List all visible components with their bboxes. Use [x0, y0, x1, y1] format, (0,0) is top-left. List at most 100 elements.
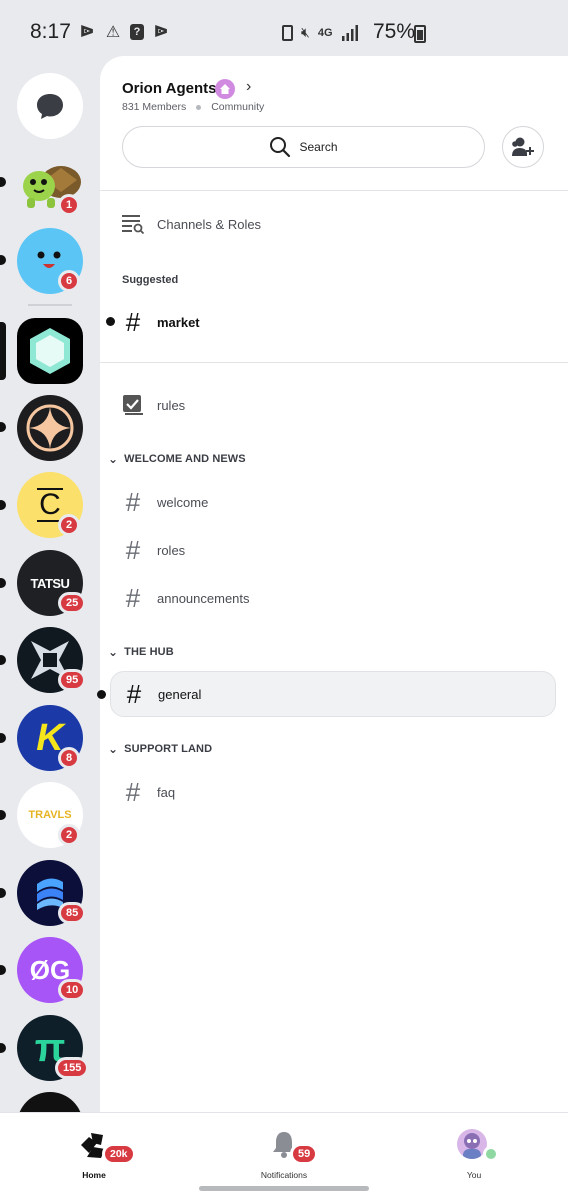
category-the-hub[interactable]: ⌄ THE HUB: [108, 645, 174, 659]
search-label: Search: [299, 140, 338, 154]
nav-notifications[interactable]: 59 Notifications: [224, 1113, 344, 1183]
server-type: Community: [211, 101, 265, 113]
server-icon-blue-face[interactable]: 6: [17, 228, 83, 294]
rail-separator: [28, 304, 72, 306]
channel-roles[interactable]: # roles: [110, 527, 556, 573]
hash-icon: #: [125, 777, 141, 807]
hash-icon: #: [126, 679, 142, 709]
unread-indicator: [0, 888, 6, 898]
channel-name: faq: [157, 784, 176, 800]
server-icon-c[interactable]: C 2: [17, 472, 83, 538]
mention-badge: 155: [55, 1057, 90, 1079]
channel-market[interactable]: # market: [106, 299, 556, 345]
mention-badge: 25: [58, 592, 87, 614]
gesture-home-indicator[interactable]: [199, 1186, 369, 1191]
browse-channels-icon: [110, 213, 156, 235]
server-icon-turtle[interactable]: 1: [17, 152, 83, 218]
channel-name: welcome: [157, 494, 209, 510]
chat-bubble-icon: [37, 94, 63, 119]
separator-dot: [196, 104, 202, 110]
channels-and-roles-button[interactable]: Channels & Roles: [110, 201, 556, 247]
unread-indicator: [0, 733, 6, 743]
mention-badge: 6: [58, 270, 81, 292]
status-notification-icons: ᐉ ⚠ ? ᐉ: [78, 22, 170, 42]
server-name[interactable]: Orion Agents: [122, 80, 216, 97]
category-label: THE HUB: [124, 646, 174, 658]
search-button[interactable]: Search: [122, 126, 485, 168]
unknown-app-icon: ?: [130, 24, 144, 40]
server-icon-pi[interactable]: π 155: [17, 1015, 90, 1081]
battery-percent: 75%: [373, 20, 416, 43]
server-icon-og[interactable]: ØG 10: [17, 937, 87, 1003]
nav-home[interactable]: 20k Home: [34, 1113, 154, 1183]
channel-general[interactable]: # general: [97, 671, 556, 717]
mute-icon: 🔇︎: [301, 24, 310, 40]
server-icon-compass[interactable]: [17, 395, 83, 461]
unread-indicator: [0, 422, 6, 432]
section-divider: [100, 362, 568, 363]
mention-badge: 8: [58, 747, 81, 769]
category-welcome-and-news[interactable]: ⌄ WELCOME AND NEWS: [108, 452, 246, 466]
hash-icon: #: [125, 535, 141, 565]
mention-badge: 2: [58, 824, 81, 846]
chevron-right-icon[interactable]: ›: [246, 78, 251, 96]
unread-indicator: [0, 500, 6, 510]
nav-home-label: Home: [82, 1170, 106, 1180]
category-label: WELCOME AND NEWS: [124, 453, 246, 465]
server-icon-partial[interactable]: [17, 1092, 83, 1112]
channel-welcome[interactable]: # welcome: [110, 479, 556, 525]
compass-star-icon: [26, 404, 74, 452]
channel-announcements[interactable]: # announcements: [110, 575, 556, 621]
server-icon-k[interactable]: K 8: [17, 705, 83, 771]
server-letter: TRAVLS: [28, 809, 72, 821]
notifications-badge: 59: [290, 1143, 319, 1165]
nav-you[interactable]: You: [414, 1113, 534, 1183]
status-system-icons: 🔇︎ 4G: [282, 24, 359, 41]
signal-icon: [341, 24, 358, 41]
unread-indicator: [0, 578, 6, 588]
channel-rules[interactable]: rules: [110, 382, 556, 428]
channel-faq[interactable]: # faq: [110, 769, 556, 815]
invite-members-button[interactable]: [502, 126, 544, 168]
add-user-icon: [512, 137, 534, 156]
channel-name: rules: [157, 397, 186, 413]
direct-messages-button[interactable]: [17, 73, 83, 139]
server-letter: C: [37, 488, 63, 522]
unread-indicator: [0, 255, 6, 265]
channel-name: roles: [157, 542, 186, 558]
server-meta: 831 Members Community: [122, 101, 264, 113]
header-divider: [100, 190, 568, 191]
community-badge-icon: [215, 79, 235, 99]
server-icon-travls[interactable]: TRAVLS 2: [17, 782, 83, 848]
hash-icon: #: [125, 583, 141, 613]
selected-server-indicator: [0, 322, 6, 380]
server-icon-hexagon[interactable]: [17, 318, 83, 384]
status-bar: 8:17 ᐉ ⚠ ? ᐉ 🔇︎ 4G 75%: [0, 0, 568, 60]
server-icon-tatsu[interactable]: TATSU 25: [17, 550, 87, 616]
unread-indicator: [0, 177, 6, 187]
app-notification-icon: ᐉ: [79, 24, 95, 41]
unread-indicator: [97, 690, 106, 699]
unread-indicator: [0, 810, 6, 820]
chevron-down-icon: ⌄: [108, 645, 119, 659]
nav-you-label: You: [466, 1170, 482, 1180]
server-rail[interactable]: 1 6 C 2 TATSU 25 95 K 8 TRAVLS 2 85 ØG 1…: [0, 60, 100, 1112]
server-icon-wave[interactable]: 85: [17, 860, 87, 926]
chevron-down-icon: ⌄: [108, 452, 119, 466]
channel-panel: Orion Agents › 831 Members Community Sea…: [97, 56, 568, 1112]
category-support-land[interactable]: ⌄ SUPPORT LAND: [108, 742, 212, 756]
unread-indicator: [0, 1043, 6, 1053]
chevron-down-icon: ⌄: [108, 742, 119, 756]
hash-icon: #: [125, 307, 141, 337]
channel-name: announcements: [157, 590, 250, 606]
server-letter: TATSU: [30, 575, 70, 591]
battery-icon: [414, 25, 426, 43]
battery-saver-icon: [282, 24, 293, 41]
mention-badge: 85: [58, 902, 87, 924]
mention-badge: 2: [58, 514, 81, 536]
mention-badge: 95: [58, 669, 87, 691]
app-notification-icon: ᐉ: [153, 24, 169, 41]
search-icon: [270, 137, 291, 158]
status-time: 8:17: [30, 20, 71, 43]
server-icon-star[interactable]: 95: [17, 627, 87, 693]
